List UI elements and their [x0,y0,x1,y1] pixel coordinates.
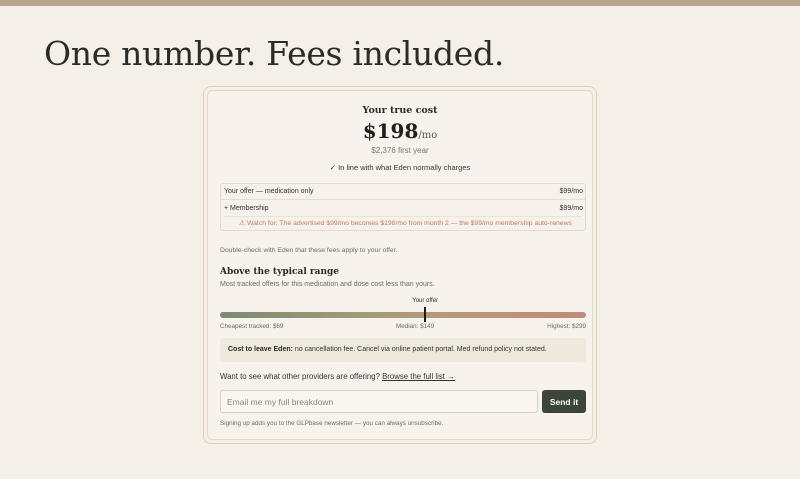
providers-prompt: Want to see what other providers are off… [220,372,455,381]
range-title: Above the typical range [220,267,340,277]
double-check-note: Double-check with Eden that these fees a… [220,247,398,254]
breakdown-row: Your offer — medication only $99/mo [221,184,585,200]
cost-to-leave-label: Cost to leave Eden: [228,346,293,353]
breakdown-row-label: Your offer — medication only [224,188,314,195]
range-min-label: Cheapest tracked: $69 [220,323,284,330]
email-input[interactable] [220,390,538,413]
cost-amount: $198 [362,119,419,143]
page-title: One number. Fees included. [44,34,505,73]
range-subtitle: Most tracked offers for this medication … [220,281,435,288]
top-accent-bar [0,0,800,6]
range-median-label: Median: $149 [396,323,435,330]
your-offer-marker [424,307,427,322]
signup-note: Signing up adds you to the GLPbase newsl… [220,420,444,427]
cost-card-frame: Your true cost $198/mo $2,376 first year… [203,86,597,444]
breakdown-warning: ⚠ Watch for: The advertised $99/mo becom… [224,216,582,230]
range-labels: Cheapest tracked: $69 Median: $149 Highe… [220,323,586,333]
cost-to-leave-text: no cancellation fee. Cancel via online p… [292,346,547,353]
cost-check-note: ✓ In line with what Eden normally charge… [329,163,471,172]
breakdown-row-value: $99/mo [559,204,583,212]
browse-full-list-link[interactable]: Browse the full list → [382,372,455,381]
cost-price: $198/mo [208,119,592,143]
fee-breakdown: Your offer — medication only $99/mo + Me… [220,183,586,231]
send-it-button[interactable]: Send it [542,390,586,413]
your-offer-label: Your offer [412,298,438,304]
cost-unit: /mo [418,130,438,141]
cost-title: Your true cost [362,105,438,116]
price-range-bar [220,312,586,318]
providers-question: Want to see what other providers are off… [220,372,380,381]
breakdown-row-value: $99/mo [559,188,583,195]
cost-card: Your true cost $198/mo $2,376 first year… [207,90,593,440]
cost-to-leave-box: Cost to leave Eden: no cancellation fee.… [220,338,586,362]
cost-first-year: $2,376 first year [371,146,429,155]
breakdown-row-label: + Membership [224,204,269,212]
breakdown-row: + Membership $99/mo [221,200,585,216]
range-max-label: Highest: $299 [547,323,586,330]
